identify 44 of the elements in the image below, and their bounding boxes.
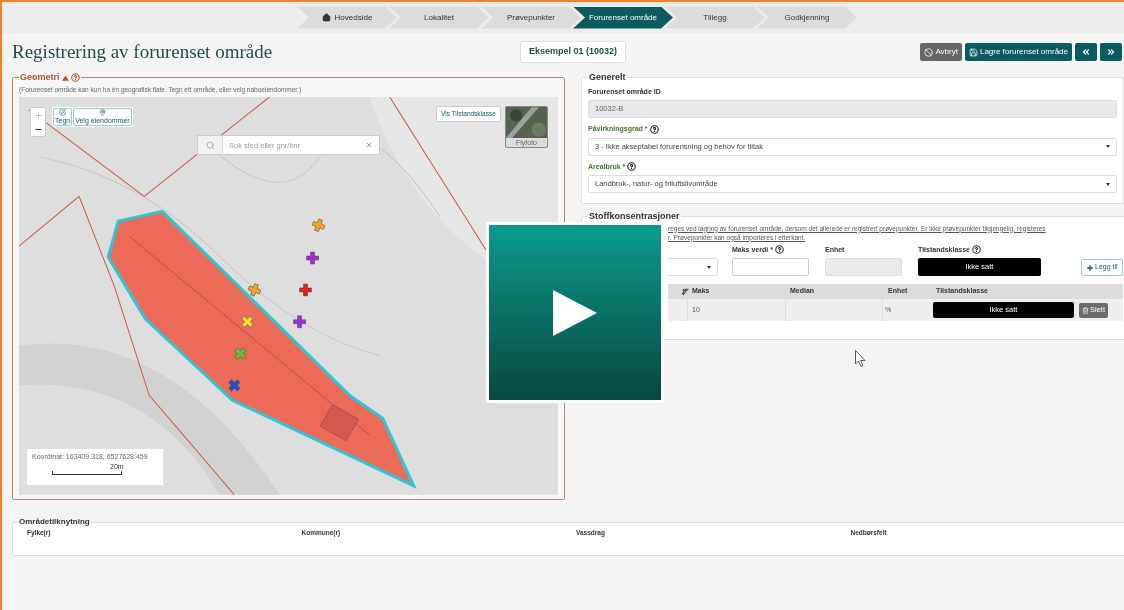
help-icon[interactable] [774, 245, 784, 255]
pin-icon [98, 109, 106, 117]
caret-icon [1106, 145, 1110, 148]
next-button[interactable] [1100, 43, 1122, 61]
first-button[interactable] [1075, 43, 1097, 61]
breadcrumb-step[interactable]: Tillegg [665, 6, 765, 29]
help-icon[interactable] [627, 162, 637, 172]
help-icon[interactable] [972, 245, 981, 255]
breadcrumb-step[interactable]: Lokalitet [389, 6, 489, 29]
example-label: Eksempel 01 (10032) [520, 41, 627, 63]
general-legend: Generelt [588, 71, 627, 85]
breadcrumb-step[interactable]: Forurenset område [573, 6, 673, 29]
trash-icon [1082, 306, 1089, 314]
breadcrumb-step[interactable]: Prøvepunkter [481, 6, 581, 29]
edit-icon [59, 109, 67, 117]
breadcrumb-step[interactable]: Hovedside [297, 6, 397, 29]
caret-icon [707, 265, 711, 269]
home-icon [321, 13, 331, 22]
help-icon[interactable] [649, 124, 659, 134]
cursor-icon [855, 350, 866, 367]
breadcrumb-step[interactable]: Godkjenning [757, 6, 857, 29]
plus-icon [33, 110, 43, 120]
page-title: Registrering av forurenset område [12, 39, 274, 64]
collapse-icon[interactable] [61, 74, 69, 81]
cancel-button[interactable]: Avbryt [920, 43, 962, 61]
concentrations-legend: Stoffkonsentrasjoner [588, 210, 681, 224]
video-play-overlay[interactable] [486, 222, 664, 403]
caret-icon [1106, 182, 1110, 186]
double-left-icon [1081, 47, 1091, 57]
select-field[interactable] [668, 258, 718, 276]
cancel-icon [924, 47, 934, 57]
play-icon [553, 289, 597, 336]
save-icon [968, 47, 978, 57]
save-button[interactable]: Lagre forurenset område [964, 43, 1072, 61]
sort-icon[interactable] [681, 287, 689, 296]
scale-bar [52, 470, 122, 475]
search-icon [205, 140, 215, 150]
aerial-thumbnail-icon [506, 107, 547, 139]
max-value-input[interactable] [732, 258, 809, 276]
close-icon[interactable] [365, 141, 373, 150]
plus-icon [1086, 263, 1094, 272]
geometry-legend: Geometri [20, 71, 60, 85]
area-links-legend: Områdetilknytning [19, 516, 90, 528]
double-right-icon [1106, 47, 1116, 57]
